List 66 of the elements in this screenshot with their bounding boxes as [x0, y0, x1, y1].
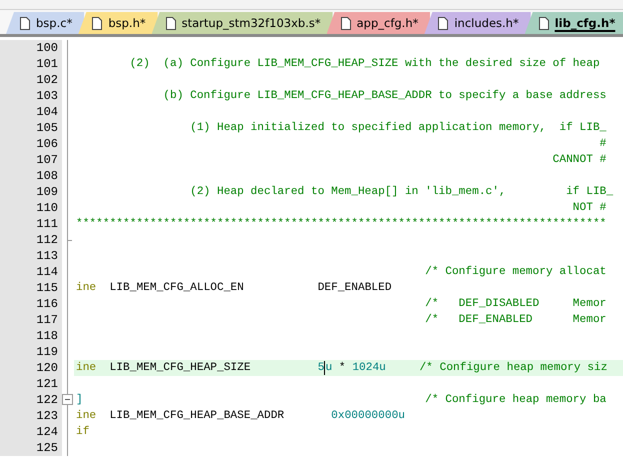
- code-text: /* Configure heap memory siz: [418, 360, 608, 376]
- code-text: CANNOT #: [552, 153, 606, 168]
- line-number: 105: [0, 120, 62, 136]
- line-number: 120: [0, 360, 62, 376]
- code-text: LIB_MEM_CFG_HEAP_BASE_ADDR: [108, 409, 286, 424]
- line-number: 109: [0, 184, 62, 200]
- code-text: *******************************************************************************: [76, 216, 606, 232]
- line-number: 103: [0, 88, 62, 104]
- code-text: 1024u: [352, 361, 386, 376]
- file-icon: [166, 16, 176, 30]
- line-number: 118: [0, 328, 62, 344]
- line-number: 101: [0, 56, 62, 72]
- code-text: /* Configure heap memory ba: [424, 392, 606, 408]
- code-text: LIB_MEM_CFG_HEAP_SIZE: [108, 361, 252, 376]
- file-icon: [20, 16, 30, 30]
- line-number: 122: [0, 392, 62, 408]
- code-text: /* Configure memory allocat: [424, 264, 606, 280]
- line-number: 113: [0, 248, 62, 264]
- code-text: #: [598, 137, 606, 152]
- file-tab[interactable]: startup_stm32f103xb.s*: [152, 12, 333, 34]
- line-number: 111: [0, 216, 62, 232]
- code-text: /* DEF_ENABLED Memor: [424, 312, 606, 328]
- code-text: ine: [76, 408, 96, 424]
- file-icon: [92, 16, 102, 30]
- code-text: /* DEF_DISABLED Memor: [424, 296, 606, 312]
- line-number: 100: [0, 40, 62, 56]
- code-text: NOT #: [572, 201, 606, 216]
- file-icon: [538, 16, 549, 30]
- code-text: 5: [318, 361, 324, 376]
- code-text: (2) Heap declared to Mem_Heap[] in 'lib_mem.c', if LIB_: [189, 184, 614, 200]
- line-number: 115: [0, 280, 62, 296]
- line-number: 108: [0, 168, 62, 184]
- line-number: 121: [0, 376, 62, 392]
- line-number: 110: [0, 200, 62, 216]
- line-number: 112: [0, 232, 62, 248]
- code-text: *: [338, 360, 347, 376]
- code-text: u: [325, 361, 332, 376]
- code-text: ine: [76, 360, 96, 376]
- line-number: 125: [0, 440, 62, 456]
- line-number: 106: [0, 136, 62, 152]
- file-tab[interactable]: app_cfg.h*: [326, 12, 430, 34]
- code-text: 0x00000000u: [331, 409, 405, 424]
- line-number: 124: [0, 424, 62, 440]
- text-cursor: [324, 361, 326, 375]
- code-text: ine: [76, 280, 96, 296]
- file-tab[interactable]: lib_cfg.h*: [524, 12, 623, 34]
- file-icon: [438, 16, 448, 30]
- line-number: 102: [0, 72, 62, 88]
- code-text: (b) Configure LIB_MEM_CFG_HEAP_BASE_ADDR to specify a base address: [162, 88, 606, 104]
- code-text: (1) Heap initialized to specified application memory, if LIB_: [189, 120, 606, 136]
- line-number: 119: [0, 344, 62, 360]
- code-text: if: [76, 424, 90, 440]
- file-tab[interactable]: bsp.c*: [6, 12, 84, 34]
- line-number: 104: [0, 104, 62, 120]
- line-number: 107: [0, 152, 62, 168]
- line-number: 116: [0, 296, 62, 312]
- line-number: 114: [0, 264, 62, 280]
- collapse-icon[interactable]: [62, 394, 73, 405]
- code-text: (2) (a) Configure LIB_MEM_CFG_HEAP_SIZE with the desired size of heap: [128, 56, 600, 72]
- file-tab[interactable]: bsp.h*: [78, 12, 158, 34]
- line-number: 123: [0, 408, 62, 424]
- line-number: 117: [0, 312, 62, 328]
- code-text: LIB_MEM_CFG_ALLOC_EN DEF_ENABLED: [108, 281, 392, 296]
- code-text: ]: [76, 392, 83, 408]
- file-tab[interactable]: includes.h*: [424, 12, 531, 34]
- file-icon: [340, 16, 351, 30]
